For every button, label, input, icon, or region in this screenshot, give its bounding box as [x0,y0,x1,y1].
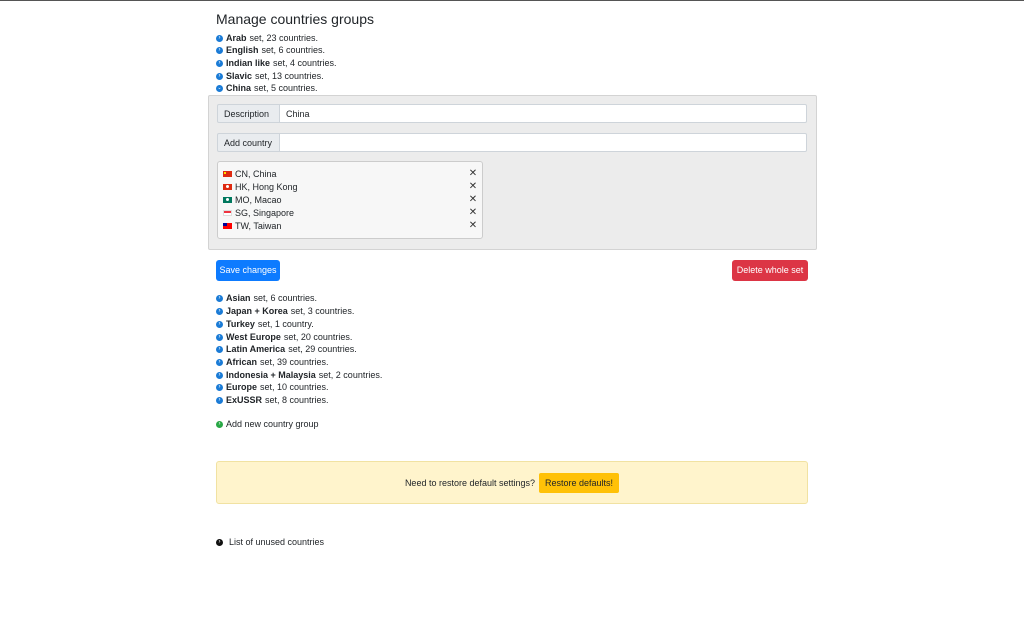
group-name: Europe [226,382,258,392]
country-row: SG, Singapore ✕ [223,207,478,219]
remove-country-icon[interactable]: ✕ [468,220,478,232]
group-name: Turkey [226,319,255,329]
country-label: HK, Hong Kong [235,182,298,192]
chevron-right-icon: › [216,46,223,54]
chevron-right-icon: › [216,333,223,341]
country-row: TW, Taiwan ✕ [223,220,478,232]
flag-cn-icon [223,171,232,177]
flag-mo-icon [223,197,232,203]
group-name: Japan + Korea [226,306,288,316]
group-edit-panel: Description China Add country CN, China … [208,95,817,250]
unused-countries-link[interactable]: › List of unused countries [216,536,324,548]
group-item-english[interactable]: › English set, 6 countries. [216,44,325,56]
group-desc: set, 13 countries. [255,71,324,81]
group-desc: set, 20 countries. [283,332,353,342]
group-desc: set, 2 countries. [318,370,383,380]
group-name: China [226,83,252,93]
group-name: Latin America [226,344,286,354]
chevron-right-icon: › [216,371,223,379]
restore-defaults-button[interactable]: Restore defaults! [539,472,620,493]
restore-text: Need to restore default settings? [404,477,536,488]
group-desc: set, 6 countries. [261,45,326,55]
group-desc: set, 5 countries. [254,83,318,93]
group-item-china[interactable]: ⌄ China set, 5 countries. [216,82,318,94]
chevron-right-icon: › [216,358,223,366]
group-name: Indian like [226,58,271,68]
group-item-indian-like[interactable]: › Indian like set, 4 countries. [216,57,337,69]
chevron-right-icon: › [216,345,223,353]
description-input[interactable]: China [280,104,807,123]
chevron-right-icon: › [216,538,223,546]
page-title: Manage countries groups [216,11,374,27]
group-item-latin-america[interactable]: › Latin America set, 29 countries. [216,343,357,355]
flag-sg-icon [223,210,232,216]
save-changes-button[interactable]: Save changes [216,260,280,281]
group-name: Asian [226,293,251,303]
remove-country-icon[interactable]: ✕ [468,194,478,206]
chevron-right-icon: › [216,34,223,42]
add-country-label: Add country [217,133,280,152]
group-desc: set, 39 countries. [260,357,329,367]
country-label: TW, Taiwan [235,221,282,231]
chevron-right-icon: › [216,72,223,80]
group-item-europe[interactable]: › Europe set, 10 countries. [216,381,329,393]
chevron-right-icon: › [216,396,223,404]
description-label: Description [217,104,280,123]
chevron-right-icon: › [216,420,223,428]
group-item-arab[interactable]: › Arab set, 23 countries. [216,32,318,44]
group-desc: set, 10 countries. [260,382,329,392]
delete-set-button[interactable]: Delete whole set [732,260,808,281]
group-item-japan-korea[interactable]: › Japan + Korea set, 3 countries. [216,305,354,317]
group-item-turkey[interactable]: › Turkey set, 1 country. [216,318,314,330]
top-border [0,0,1024,1]
add-group-link[interactable]: › Add new country group [216,418,319,430]
group-desc: set, 29 countries. [288,344,357,354]
country-label: CN, China [235,169,277,179]
group-item-exussr[interactable]: › ExUSSR set, 8 countries. [216,394,329,406]
group-item-asian[interactable]: › Asian set, 6 countries. [216,292,317,304]
group-name: ExUSSR [226,395,263,405]
remove-country-icon[interactable]: ✕ [468,181,478,193]
group-item-west-europe[interactable]: › West Europe set, 20 countries. [216,331,352,343]
group-name: English [226,45,259,55]
country-row: HK, Hong Kong ✕ [223,181,478,193]
group-item-african[interactable]: › African set, 39 countries. [216,356,329,368]
group-item-slavic[interactable]: › Slavic set, 13 countries. [216,70,324,82]
chevron-right-icon: › [216,307,223,315]
country-row: CN, China ✕ [223,168,478,180]
chevron-down-icon: ⌄ [216,84,223,92]
add-group-label: Add new country group [226,419,319,429]
chevron-right-icon: › [216,383,223,391]
restore-defaults-alert: Need to restore default settings? Restor… [216,461,808,504]
group-desc: set, 3 countries. [290,306,355,316]
group-name: Indonesia + Malaysia [226,370,316,380]
group-desc: set, 8 countries. [265,395,329,405]
country-list: CN, China ✕ HK, Hong Kong ✕ MO, Macao ✕ … [217,161,483,239]
group-name: African [226,357,258,367]
group-desc: set, 23 countries. [249,33,319,43]
group-desc: set, 1 country. [257,319,314,329]
group-name: Arab [226,33,247,43]
flag-tw-icon [223,223,232,229]
group-desc: set, 6 countries. [253,293,318,303]
country-label: MO, Macao [235,195,282,205]
country-label: SG, Singapore [235,208,295,218]
group-name: West Europe [226,332,281,342]
unused-countries-label: List of unused countries [229,537,325,547]
group-name: Slavic [226,71,253,81]
chevron-right-icon: › [216,294,223,302]
chevron-right-icon: › [216,320,223,328]
add-country-input-group: Add country [217,133,807,152]
description-input-group: Description China [217,104,807,123]
remove-country-icon[interactable]: ✕ [468,207,478,219]
group-desc: set, 4 countries. [273,58,337,68]
flag-hk-icon [223,184,232,190]
group-item-indonesia-malaysia[interactable]: › Indonesia + Malaysia set, 2 countries. [216,369,382,381]
add-country-input[interactable] [280,133,807,152]
country-row: MO, Macao ✕ [223,194,478,206]
remove-country-icon[interactable]: ✕ [468,168,478,180]
chevron-right-icon: › [216,59,223,67]
